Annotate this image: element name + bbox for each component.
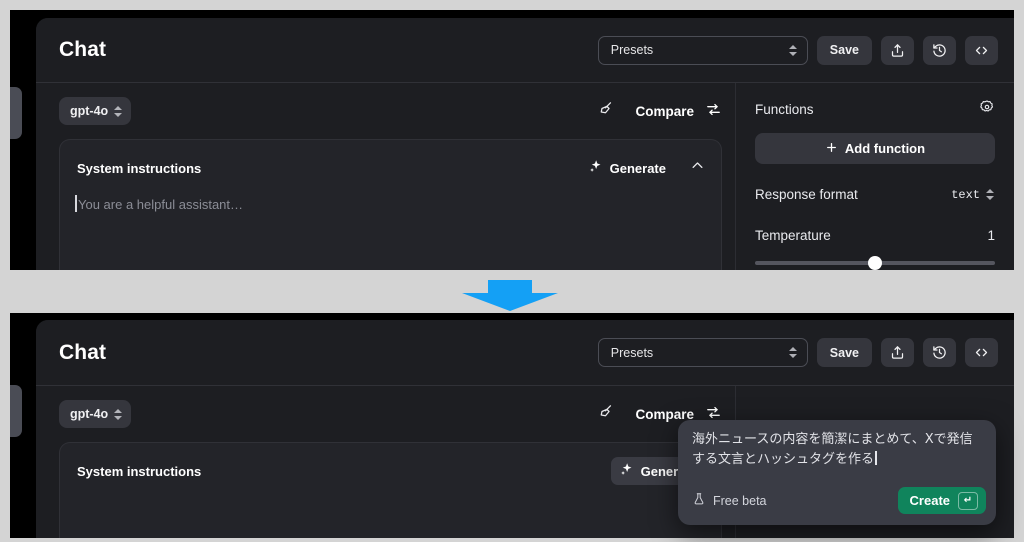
app-body-top: gpt-4o Compare System instructions Gener… <box>36 83 1014 270</box>
chevron-updown-icon <box>788 345 798 360</box>
model-select-value: gpt-4o <box>70 407 109 421</box>
share-export-button[interactable] <box>881 338 914 367</box>
temperature-value: 1 <box>987 228 995 243</box>
header-toolbar: Presets Save <box>597 338 998 367</box>
code-icon <box>974 43 989 58</box>
free-beta-label: Free beta <box>713 493 767 508</box>
add-function-label: Add function <box>844 141 926 156</box>
share-export-icon <box>890 43 905 58</box>
chevron-updown-icon <box>113 104 123 119</box>
create-button[interactable]: Create ↵ <box>897 487 986 514</box>
before-state-panel: Chat Presets Save gpt-4o Compare System … <box>10 10 1014 270</box>
plus-icon <box>825 141 838 157</box>
collapse-system-button[interactable] <box>690 158 705 178</box>
enter-key-icon: ↵ <box>958 491 978 510</box>
code-icon <box>974 345 989 360</box>
save-button[interactable]: Save <box>816 338 872 367</box>
main-column-bottom: gpt-4o Compare System instructions Gener… <box>36 386 736 538</box>
broom-clear-icon <box>597 100 614 122</box>
chevron-updown-icon <box>788 43 798 58</box>
temperature-slider[interactable] <box>755 256 995 270</box>
add-function-button[interactable]: Add function <box>755 133 995 164</box>
view-code-button[interactable] <box>965 35 998 65</box>
sparkle-icon <box>619 462 634 480</box>
sparkle-icon <box>588 159 603 177</box>
system-instructions-actions: Generate <box>580 154 705 182</box>
system-instructions-input[interactable]: You are a helpful assistant… <box>75 195 705 212</box>
transition-arrow <box>462 280 558 311</box>
history-button[interactable] <box>923 338 956 367</box>
app-header-top: Chat Presets Save <box>36 18 1014 83</box>
system-instructions-header: System instructions Generate <box>77 154 705 182</box>
presets-select[interactable]: Presets <box>597 338 808 367</box>
chevron-updown-icon <box>985 187 995 202</box>
compare-button[interactable]: Compare <box>635 101 722 121</box>
settings-sidebar: Functions Add function Response format t… <box>736 83 1014 270</box>
model-row: gpt-4o Compare <box>59 400 722 428</box>
model-select-value: gpt-4o <box>70 104 109 118</box>
temperature-slider-knob[interactable] <box>868 256 882 270</box>
generate-prompt-input[interactable]: 海外ニュースの内容を簡潔にまとめて、Xで発信する文言とハッシュタグを作る <box>678 420 996 487</box>
model-select[interactable]: gpt-4o <box>59 97 132 125</box>
header-toolbar: Presets Save <box>597 35 998 65</box>
create-label: Create <box>909 493 950 508</box>
sidebar-collapse-handle[interactable] <box>10 87 22 139</box>
functions-settings-button[interactable] <box>979 99 995 120</box>
page-title: Chat <box>59 340 107 364</box>
flask-beta-icon <box>692 492 706 509</box>
temperature-row: Temperature 1 <box>755 228 995 243</box>
history-button[interactable] <box>923 35 956 65</box>
playground-app-top: Chat Presets Save gpt-4o Compare System … <box>36 18 1014 270</box>
save-button[interactable]: Save <box>816 35 872 65</box>
system-instructions-card: System instructions Gene <box>59 442 722 538</box>
view-code-button[interactable] <box>965 338 998 367</box>
system-instructions-card: System instructions Gene <box>59 139 722 270</box>
compare-label: Compare <box>635 103 694 119</box>
generate-label: Generate <box>609 160 666 176</box>
system-instructions-title: System instructions <box>77 463 202 479</box>
response-format-value-group: text <box>951 187 995 202</box>
system-instructions-title: System instructions <box>77 160 202 176</box>
clear-chat-button[interactable] <box>597 403 614 425</box>
page-title: Chat <box>59 38 107 61</box>
clear-chat-button[interactable] <box>597 100 614 122</box>
temperature-label: Temperature <box>755 228 831 243</box>
gear-icon <box>979 99 995 120</box>
generate-prompt-popup: 海外ニュースの内容を簡潔にまとめて、Xで発信する文言とハッシュタグを作る Fre… <box>678 420 996 525</box>
share-export-icon <box>890 345 905 360</box>
functions-label: Functions <box>755 102 814 117</box>
response-format-row[interactable]: Response format text <box>755 187 995 202</box>
response-format-label: Response format <box>755 187 858 202</box>
app-header-bottom: Chat Presets Save <box>36 320 1014 386</box>
generate-prompt-value: 海外ニュースの内容を簡潔にまとめて、Xで発信する文言とハッシュタグを作る <box>692 432 973 468</box>
response-format-value: text <box>951 187 980 202</box>
compare-arrows-icon <box>705 101 722 121</box>
text-caret <box>875 451 877 466</box>
main-column-top: gpt-4o Compare System instructions Gener… <box>36 83 736 270</box>
chevron-updown-icon <box>113 407 123 422</box>
history-icon <box>932 345 947 360</box>
system-instructions-placeholder: You are a helpful assistant… <box>78 197 244 212</box>
broom-clear-icon <box>597 403 614 425</box>
free-beta-badge: Free beta <box>692 492 767 509</box>
system-instructions-header: System instructions Generate <box>77 457 705 485</box>
presets-select[interactable]: Presets <box>597 35 808 65</box>
generate-button[interactable]: Generate <box>580 154 674 182</box>
model-actions: Compare <box>597 100 722 122</box>
presets-select-value: Presets <box>610 43 654 57</box>
presets-select-value: Presets <box>610 345 654 360</box>
functions-row: Functions <box>755 99 995 120</box>
generate-prompt-footer: Free beta Create ↵ <box>678 487 996 525</box>
model-row: gpt-4o Compare <box>59 97 722 125</box>
chevron-up-icon <box>690 158 705 178</box>
text-caret <box>75 195 77 212</box>
model-select[interactable]: gpt-4o <box>59 400 132 428</box>
sidebar-collapse-handle[interactable] <box>10 385 22 437</box>
screenshot-stage: Chat Presets Save gpt-4o Compare System … <box>0 0 1024 542</box>
history-icon <box>932 43 947 58</box>
share-export-button[interactable] <box>881 35 914 65</box>
